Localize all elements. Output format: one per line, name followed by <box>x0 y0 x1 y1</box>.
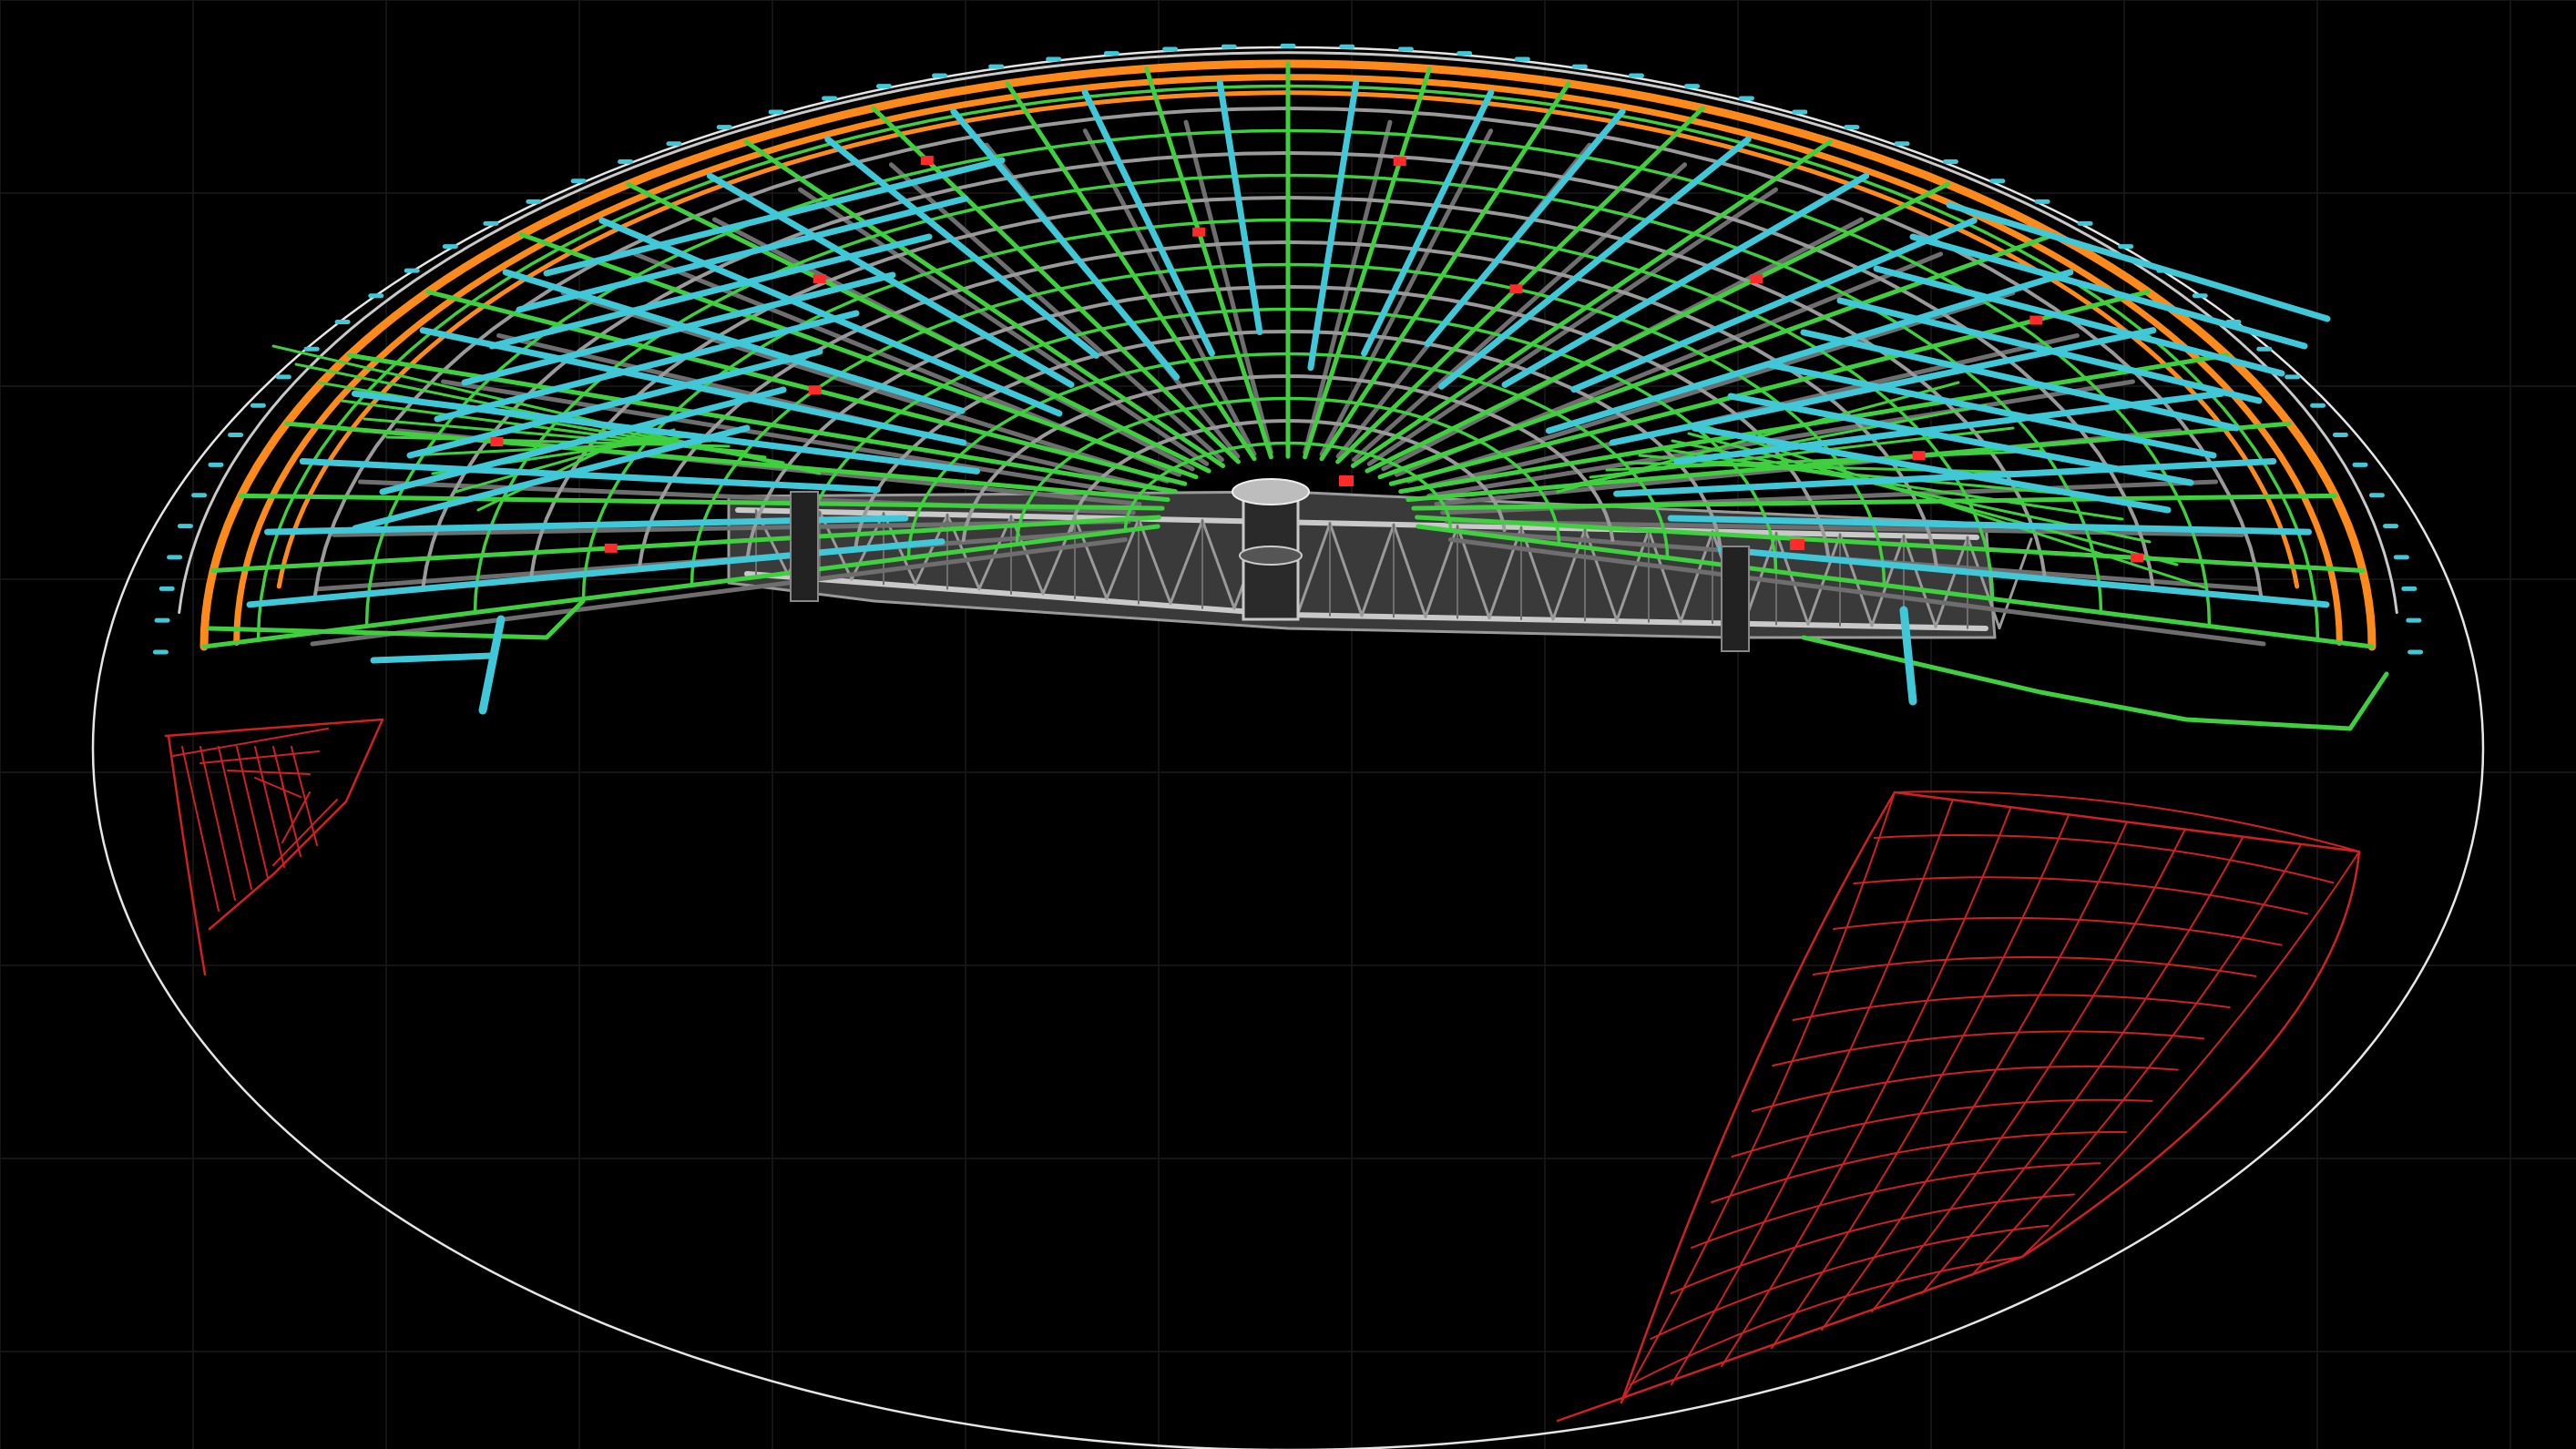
connection-node <box>1339 475 1354 486</box>
skirt-member-right <box>1801 635 2043 695</box>
connection-node <box>1790 539 1804 550</box>
section-radial-curve <box>1971 842 2303 1276</box>
radial-rib <box>1411 493 2337 511</box>
connection-node <box>2029 315 2043 325</box>
section-hoop-curve <box>1670 1193 2075 1294</box>
truss-column-left <box>790 491 819 602</box>
connection-node <box>1912 451 1926 461</box>
purlin <box>1216 79 1263 336</box>
section-curve <box>272 799 338 866</box>
structural-model-view[interactable] <box>0 0 2576 1449</box>
right-section-curves <box>1556 791 2361 1423</box>
section-hoop-curve <box>1690 1162 2101 1249</box>
section-hoop-curve <box>1772 1030 2205 1066</box>
connection-node <box>920 156 934 166</box>
section-hoop-curve <box>1792 994 2231 1021</box>
section-curve <box>291 746 318 846</box>
section-curve <box>181 746 220 912</box>
hub-cap <box>1232 478 1310 505</box>
connection-node <box>808 385 822 395</box>
cad-viewport[interactable] <box>0 0 2576 1449</box>
section-hoop-curve <box>1833 916 2283 946</box>
connection-node <box>1192 227 1206 237</box>
section-hoop-curve <box>1751 1065 2179 1112</box>
section-curve <box>254 777 302 798</box>
connection-node <box>2131 553 2144 563</box>
section-curve <box>254 746 285 868</box>
section-hoop-curve <box>1650 1224 2050 1340</box>
connection-node <box>1393 157 1406 167</box>
connection-node <box>604 543 618 553</box>
connection-node <box>1750 274 1763 284</box>
hanger-left-tie <box>370 652 496 664</box>
skirt-member-right <box>2038 671 2389 731</box>
section-radial-curve <box>1771 813 2070 1349</box>
section-curve <box>199 750 320 764</box>
connection-node <box>813 274 826 284</box>
left-section-curves <box>164 718 384 976</box>
section-hoop-curve <box>1873 834 2335 884</box>
section-radial-curve <box>2021 851 2360 1258</box>
section-curve <box>236 746 269 879</box>
section-radial-curve <box>1871 828 2186 1312</box>
truss-column-right <box>1721 546 1750 652</box>
connection-node <box>490 437 504 447</box>
hanger-left <box>478 615 506 715</box>
connection-node <box>1509 284 1523 294</box>
section-curve <box>218 746 252 890</box>
hub-ring <box>1239 546 1303 566</box>
section-hoop-curve <box>1812 955 2257 977</box>
section-hoop-curve <box>1731 1098 2153 1158</box>
